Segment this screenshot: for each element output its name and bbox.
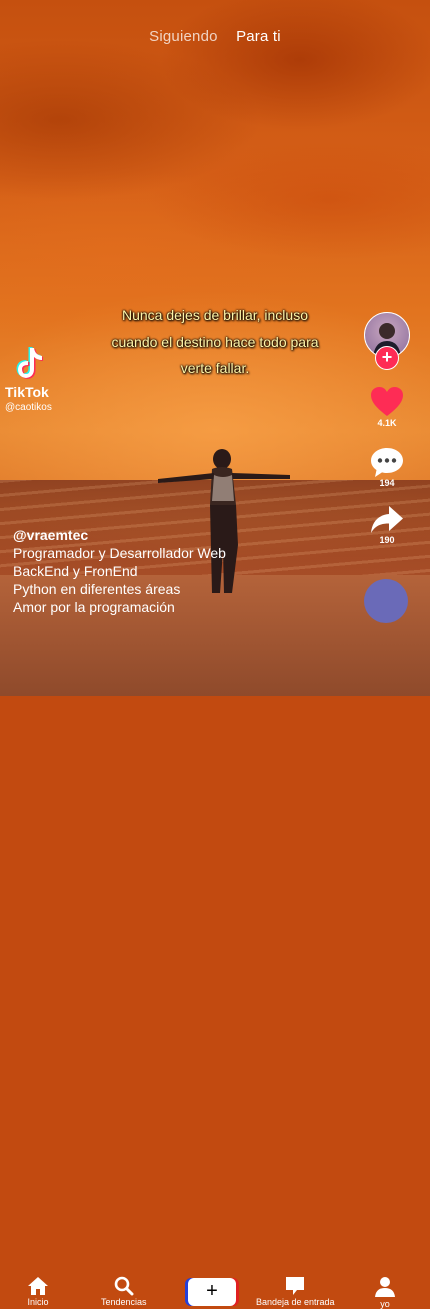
- share-count: 190: [379, 535, 395, 545]
- watermark-brand: TikTok: [5, 384, 49, 400]
- nav-home[interactable]: Inicio: [27, 1276, 49, 1307]
- comment-icon: [371, 448, 403, 477]
- nav-profile-label: yo: [380, 1299, 390, 1309]
- heart-icon: [371, 387, 403, 416]
- nav-home-label: Inicio: [27, 1297, 49, 1307]
- video-description: @vraemtec Programador y Desarrollador We…: [13, 526, 226, 616]
- home-icon: [28, 1277, 48, 1295]
- tab-following[interactable]: Siguiendo: [149, 28, 218, 45]
- comment-button[interactable]: 194: [360, 446, 414, 488]
- comment-count: 194: [379, 478, 395, 488]
- tiktok-logo-icon: [16, 347, 43, 379]
- nav-trending[interactable]: Tendencias: [101, 1276, 147, 1307]
- description-line: Programador y Desarrollador Web: [13, 545, 226, 561]
- nav-inbox[interactable]: Bandeja de entrada: [256, 1276, 335, 1307]
- music-disc[interactable]: [364, 579, 408, 623]
- nav-profile[interactable]: yo: [374, 1276, 396, 1309]
- like-button[interactable]: 4.1K: [360, 386, 414, 428]
- nav-inbox-label: Bandeja de entrada: [256, 1297, 335, 1307]
- like-count: 4.1K: [377, 418, 397, 428]
- share-button[interactable]: 190: [360, 505, 414, 545]
- tab-for-you[interactable]: Para ti: [236, 28, 281, 45]
- watermark-handle: @caotikos: [5, 402, 52, 413]
- follow-button[interactable]: +: [375, 346, 399, 370]
- description-line: Amor por la programación: [13, 599, 175, 615]
- share-icon: [371, 506, 403, 533]
- profile-icon: [375, 1277, 395, 1297]
- search-icon: [114, 1276, 134, 1296]
- inbox-icon: [286, 1277, 305, 1295]
- description-line: Python en diferentes áreas: [13, 581, 181, 597]
- description-line: BackEnd y FronEnd: [13, 563, 138, 579]
- video-caption: Nunca dejes de brillar, incluso cuando e…: [111, 307, 319, 376]
- action-rail: + 4.1K 194 190: [360, 0, 430, 696]
- create-button[interactable]: +: [188, 1278, 236, 1306]
- nav-trending-label: Tendencias: [101, 1297, 147, 1307]
- bottom-navigation: Inicio Tendencias + Bandeja de entrada y…: [0, 630, 430, 1309]
- author-username[interactable]: @vraemtec: [13, 526, 226, 544]
